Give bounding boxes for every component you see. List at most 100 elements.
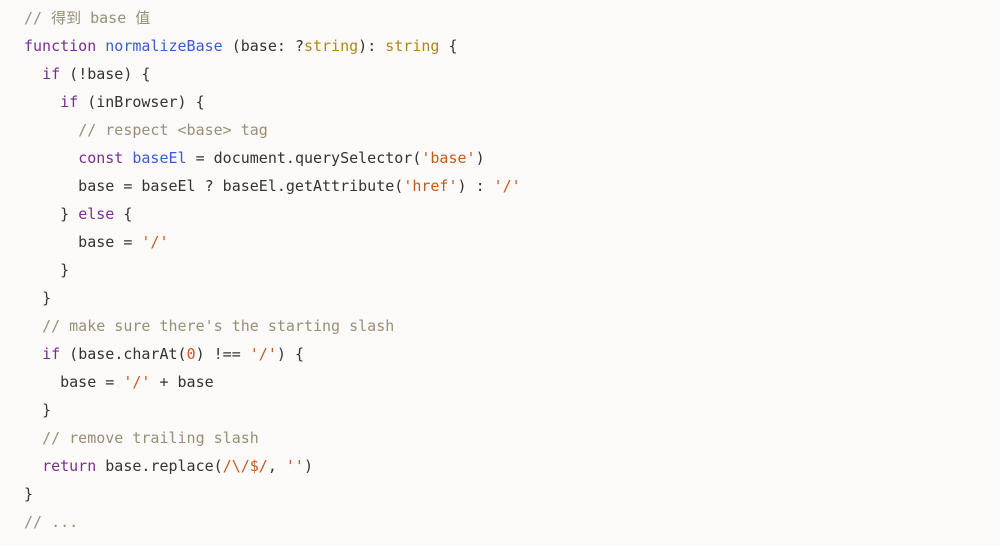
token-paren: ( <box>178 345 187 363</box>
token-paren: ) <box>458 177 467 195</box>
token-keyword: else <box>78 205 114 223</box>
token-string: '/' <box>494 177 521 195</box>
token-paren: ) <box>178 93 187 111</box>
token-paren: } <box>24 485 33 503</box>
token-plain <box>60 345 69 363</box>
token-op: = <box>105 373 114 391</box>
token-plain <box>205 345 214 363</box>
token-plain: inBrowser <box>96 93 177 111</box>
token-op: , <box>268 457 277 475</box>
token-comment: // respect <base> tag <box>78 121 268 139</box>
token-paren: ) <box>304 457 313 475</box>
token-op: : <box>367 37 376 55</box>
token-paren: { <box>448 37 457 55</box>
token-funcname: normalizeBase <box>105 37 222 55</box>
token-plain <box>114 373 123 391</box>
token-plain <box>78 93 87 111</box>
token-op: . <box>114 345 123 363</box>
token-paren: } <box>42 289 51 307</box>
token-plain <box>286 37 295 55</box>
token-comment: // ... <box>24 513 78 531</box>
token-op: !== <box>214 345 241 363</box>
token-plain <box>24 93 60 111</box>
token-plain <box>24 149 78 167</box>
token-number: 0 <box>187 345 196 363</box>
token-plain: baseEl <box>132 177 204 195</box>
token-plain: charAt <box>123 345 177 363</box>
token-keyword: if <box>60 93 78 111</box>
token-plain: getAttribute <box>286 177 394 195</box>
token-keyword: if <box>42 65 60 83</box>
token-plain <box>24 345 42 363</box>
token-plain: base <box>24 373 105 391</box>
token-keyword: return <box>42 457 96 475</box>
token-op: ? <box>205 177 214 195</box>
token-string: 'href' <box>403 177 457 195</box>
token-op: : <box>476 177 485 195</box>
token-keyword: function <box>24 37 96 55</box>
token-paren: } <box>60 205 69 223</box>
token-funcname: baseEl <box>132 149 186 167</box>
token-paren: ( <box>87 93 96 111</box>
token-plain <box>376 37 385 55</box>
token-op: : <box>277 37 286 55</box>
token-string: /\/$/ <box>223 457 268 475</box>
token-op: = <box>196 149 205 167</box>
token-paren: ( <box>69 345 78 363</box>
token-plain <box>24 457 42 475</box>
token-paren: } <box>60 261 69 279</box>
code-block: // 得到 base 值 function normalizeBase (bas… <box>0 0 1000 540</box>
token-plain <box>24 121 78 139</box>
token-builtin: string <box>385 37 439 55</box>
token-keyword: const <box>78 149 123 167</box>
token-string: '/' <box>123 373 150 391</box>
token-plain <box>485 177 494 195</box>
token-string: 'base' <box>421 149 475 167</box>
token-plain: base <box>169 373 214 391</box>
token-string: '' <box>286 457 304 475</box>
token-builtin: string <box>304 37 358 55</box>
token-op: + <box>159 373 168 391</box>
token-paren: ( <box>69 65 78 83</box>
token-plain: base <box>24 233 123 251</box>
token-comment: // make sure there's the starting slash <box>42 317 394 335</box>
token-plain <box>241 345 250 363</box>
token-op: . <box>277 177 286 195</box>
token-paren: ( <box>394 177 403 195</box>
token-paren: { <box>196 93 205 111</box>
token-plain <box>187 149 196 167</box>
token-plain: base <box>87 65 123 83</box>
token-plain <box>60 65 69 83</box>
token-plain <box>286 345 295 363</box>
token-paren: ( <box>232 37 241 55</box>
token-plain: baseEl <box>214 177 277 195</box>
token-plain <box>24 429 42 447</box>
token-plain <box>24 261 60 279</box>
token-paren: ) <box>277 345 286 363</box>
token-plain <box>223 37 232 55</box>
token-plain <box>24 317 42 335</box>
token-plain <box>24 205 60 223</box>
token-plain: base <box>241 37 277 55</box>
token-plain <box>187 93 196 111</box>
token-string: '/' <box>141 233 168 251</box>
token-paren: ( <box>214 457 223 475</box>
token-string: '/' <box>250 345 277 363</box>
token-plain: base <box>96 457 141 475</box>
token-paren: { <box>295 345 304 363</box>
token-plain <box>467 177 476 195</box>
token-plain <box>277 457 286 475</box>
token-paren: ) <box>196 345 205 363</box>
token-plain: base <box>78 345 114 363</box>
token-paren: } <box>42 401 51 419</box>
token-comment: // 得到 base 值 <box>24 9 150 27</box>
token-plain: document <box>205 149 286 167</box>
token-plain <box>114 205 123 223</box>
token-plain <box>96 37 105 55</box>
token-plain <box>69 205 78 223</box>
token-op: . <box>286 149 295 167</box>
token-plain <box>24 65 42 83</box>
token-comment: // remove trailing slash <box>42 429 259 447</box>
token-op: ! <box>78 65 87 83</box>
token-paren: { <box>141 65 150 83</box>
